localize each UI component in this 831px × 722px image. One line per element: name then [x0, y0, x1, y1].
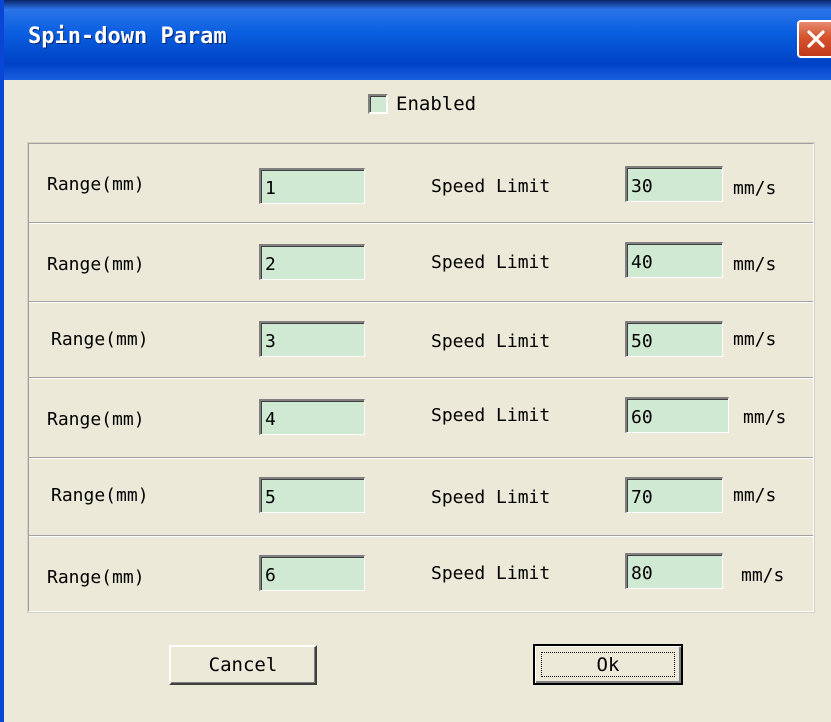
param-row-1: Range(mm) Speed Limit mm/s — [29, 144, 813, 222]
unit-label: mm/s — [733, 254, 777, 275]
unit-label: mm/s — [733, 485, 777, 506]
speed-limit-input-4[interactable] — [625, 397, 729, 433]
ok-button[interactable]: Ok — [533, 644, 683, 685]
window-title: Spin-down Param — [28, 24, 227, 49]
speed-limit-label: Speed Limit — [431, 563, 551, 584]
unit-label: mm/s — [733, 178, 777, 199]
enabled-checkbox[interactable] — [368, 94, 388, 114]
speed-limit-label: Speed Limit — [431, 252, 551, 273]
range-input-5[interactable] — [259, 477, 365, 513]
close-button[interactable] — [797, 20, 831, 58]
param-row-5: Range(mm) Speed Limit mm/s — [29, 459, 813, 537]
range-label: Range(mm) — [47, 567, 145, 588]
speed-limit-input-2[interactable] — [625, 242, 723, 278]
speed-limit-label: Speed Limit — [431, 176, 551, 197]
range-label: Range(mm) — [47, 254, 145, 275]
range-label: Range(mm) — [51, 329, 149, 350]
range-input-3[interactable] — [259, 321, 365, 357]
speed-limit-label: Speed Limit — [431, 405, 551, 426]
range-label: Range(mm) — [47, 409, 145, 430]
param-row-6: Range(mm) Speed Limit mm/s — [29, 537, 813, 615]
enabled-option[interactable]: Enabled — [368, 90, 476, 118]
cancel-button-label: Cancel — [208, 654, 278, 676]
range-input-1[interactable] — [259, 168, 365, 204]
range-speed-group: Range(mm) Speed Limit mm/s Range(mm) Spe… — [27, 142, 815, 615]
focus-rectangle — [541, 652, 675, 677]
speed-limit-label: Speed Limit — [431, 487, 551, 508]
close-icon — [807, 30, 825, 48]
enabled-label: Enabled — [396, 93, 477, 115]
param-row-2: Range(mm) Speed Limit mm/s — [29, 224, 813, 302]
title-bar[interactable]: Spin-down Param — [4, 0, 831, 80]
speed-limit-input-6[interactable] — [625, 553, 723, 589]
unit-label: mm/s — [741, 565, 785, 586]
cancel-button[interactable]: Cancel — [169, 645, 317, 685]
range-label: Range(mm) — [47, 174, 145, 195]
range-input-6[interactable] — [259, 555, 365, 591]
speed-limit-input-5[interactable] — [625, 477, 723, 513]
speed-limit-input-3[interactable] — [625, 321, 723, 357]
param-row-4: Range(mm) Speed Limit mm/s — [29, 379, 813, 457]
speed-limit-input-1[interactable] — [625, 166, 723, 202]
speed-limit-label: Speed Limit — [431, 331, 551, 352]
range-input-2[interactable] — [259, 244, 365, 280]
range-label: Range(mm) — [51, 485, 149, 506]
unit-label: mm/s — [733, 329, 777, 350]
spin-down-param-dialog: Spin-down Param Enabled Range(mm) Speed … — [0, 0, 831, 722]
param-row-3: Range(mm) Speed Limit mm/s — [29, 303, 813, 381]
range-input-4[interactable] — [259, 399, 365, 435]
unit-label: mm/s — [743, 407, 787, 428]
